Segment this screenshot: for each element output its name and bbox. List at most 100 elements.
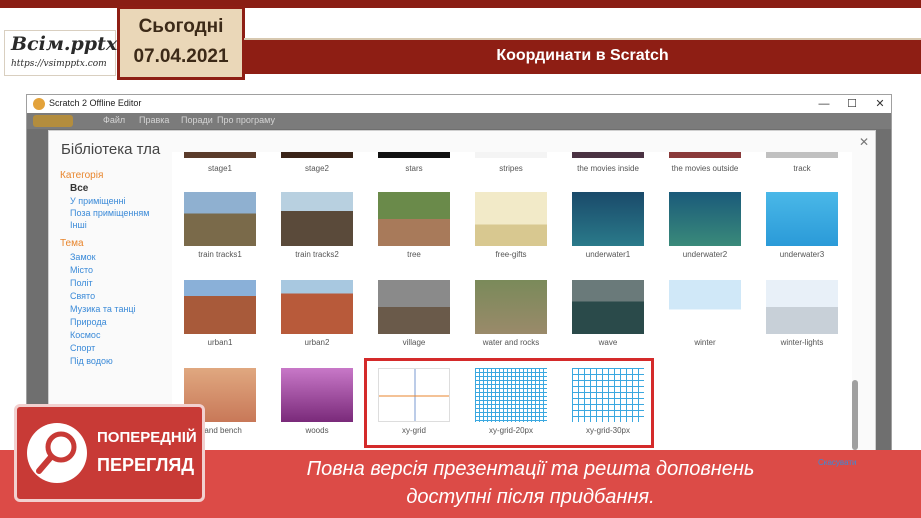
backdrop-thumb (184, 192, 256, 246)
library-scrollbar[interactable] (852, 380, 858, 450)
menu-about[interactable]: Про програму (217, 115, 275, 125)
backdrop-thumb (475, 280, 547, 334)
category-all[interactable]: Все (70, 183, 88, 194)
preview-label-2: ПЕРЕГЛЯД (97, 455, 195, 475)
magnifier-glyph (36, 431, 77, 474)
window-title: Scratch 2 Offline Editor (49, 98, 142, 108)
preview-label-1: ПОПЕРЕДНІЙ (97, 429, 197, 446)
category-indoors[interactable]: У приміщенні (70, 196, 126, 206)
backdrop-label: stars (405, 164, 423, 173)
backdrop-label: track (793, 164, 811, 173)
menu-file[interactable]: Файл (103, 115, 125, 125)
backdrop-tile[interactable]: urban2 (269, 280, 365, 347)
category-other[interactable]: Інші (70, 220, 87, 230)
backdrop-tile[interactable]: winter (657, 280, 753, 347)
backdrop-thumb[interactable] (378, 152, 450, 158)
backdrop-thumb (572, 192, 644, 246)
date-box: Сьогодні 07.04.2021 (117, 6, 245, 80)
backdrop-thumb[interactable] (475, 152, 547, 158)
backdrop-tile[interactable]: village (366, 280, 462, 347)
backdrop-label: stage1 (207, 164, 233, 173)
maximize-button[interactable]: ☐ (839, 96, 865, 112)
backdrop-thumb (378, 280, 450, 334)
logo-text: Всім.pptx (11, 33, 118, 55)
backdrop-label: wave (598, 338, 618, 347)
date-value: 07.04.2021 (133, 46, 229, 67)
backdrop-tile[interactable]: wave (560, 280, 656, 347)
backdrop-tile[interactable]: tree (366, 192, 462, 259)
category-heading: Категорія (60, 170, 104, 181)
xy-grid-highlight (364, 358, 654, 448)
backdrop-thumb (572, 280, 644, 334)
menu-edit[interactable]: Правка (139, 115, 169, 125)
theme-castle[interactable]: Замок (70, 252, 96, 262)
backdrop-label: the movies inside (577, 164, 639, 173)
backdrop-label: free-gifts (495, 250, 527, 259)
theme-holiday[interactable]: Свято (70, 291, 95, 301)
backdrop-label: stage2 (304, 164, 330, 173)
backdrop-label: tree (407, 250, 421, 259)
backdrop-thumb (281, 280, 353, 334)
backdrop-label: underwater1 (585, 250, 631, 259)
backdrop-thumb (669, 280, 741, 334)
theme-flying[interactable]: Політ (70, 278, 93, 288)
backdrop-thumb[interactable] (281, 152, 353, 158)
backdrop-label: train tracks1 (198, 250, 242, 259)
theme-heading: Тема (60, 238, 84, 249)
backdrop-thumb (766, 280, 838, 334)
category-outdoors[interactable]: Поза приміщенням (70, 208, 149, 218)
logo-url: https://vsimpptx.com (11, 59, 107, 69)
backdrop-label: village (402, 338, 426, 347)
backdrop-tile[interactable]: free-gifts (463, 192, 559, 259)
backdrop-tile[interactable]: train tracks1 (172, 192, 268, 259)
backdrop-tile[interactable]: winter-lights (754, 280, 850, 347)
backdrop-label: underwater2 (682, 250, 728, 259)
backdrop-thumb[interactable] (766, 152, 838, 158)
theme-music[interactable]: Музика та танці (70, 304, 136, 314)
backdrop-label: stripes (499, 164, 523, 173)
backdrop-label: winter (694, 338, 716, 347)
backdrop-label: urban1 (207, 338, 233, 347)
backdrop-tile[interactable]: woods (269, 368, 365, 435)
backdrop-tile[interactable]: underwater1 (560, 192, 656, 259)
cancel-button[interactable]: Скасувати (818, 458, 856, 467)
backdrop-thumb[interactable] (572, 152, 644, 158)
backdrop-label: underwater3 (779, 250, 825, 259)
backdrop-tile[interactable]: water and rocks (463, 280, 559, 347)
backdrop-label: woods (305, 426, 329, 435)
menu-tips[interactable]: Поради (181, 115, 213, 125)
backdrop-label: water and rocks (482, 338, 540, 347)
menu-bar: Файл Правка Поради Про програму (27, 113, 891, 129)
backdrop-thumb (475, 192, 547, 246)
close-window-button[interactable]: ✕ (867, 96, 893, 112)
theme-space[interactable]: Космос (70, 330, 100, 340)
backdrop-thumb (766, 192, 838, 246)
backdrop-label: train tracks2 (295, 250, 339, 259)
magnifier-icon (27, 423, 87, 483)
window-titlebar: Scratch 2 Offline Editor — ☐ ✕ (27, 95, 891, 113)
slide-title-bar: Координати в Scratch (244, 38, 921, 74)
backdrop-thumb (378, 192, 450, 246)
backdrop-tile[interactable]: train tracks2 (269, 192, 365, 259)
backdrop-thumb[interactable] (669, 152, 741, 158)
backdrop-tile[interactable]: underwater3 (754, 192, 850, 259)
preview-badge: ПОПЕРЕДНІЙ ПЕРЕГЛЯД (14, 404, 205, 502)
backdrop-label: winter-lights (780, 338, 824, 347)
backdrop-thumb (184, 280, 256, 334)
backdrop-tile[interactable]: urban1 (172, 280, 268, 347)
date-day: Сьогодні (138, 16, 224, 37)
backdrop-thumb[interactable] (184, 152, 256, 158)
theme-sports[interactable]: Спорт (70, 343, 95, 353)
backdrop-thumb (281, 192, 353, 246)
scratch-cat-icon (33, 98, 45, 110)
close-icon[interactable]: ✕ (859, 135, 869, 149)
theme-nature[interactable]: Природа (70, 317, 107, 327)
backdrop-tile[interactable]: underwater2 (657, 192, 753, 259)
theme-underwater[interactable]: Під водою (70, 356, 113, 366)
scratch-logo (33, 115, 73, 127)
dialog-title: Бібліотека тла (61, 141, 161, 158)
theme-city[interactable]: Місто (70, 265, 93, 275)
backdrop-label: urban2 (304, 338, 330, 347)
minimize-button[interactable]: — (811, 96, 837, 112)
backdrop-thumb (669, 192, 741, 246)
